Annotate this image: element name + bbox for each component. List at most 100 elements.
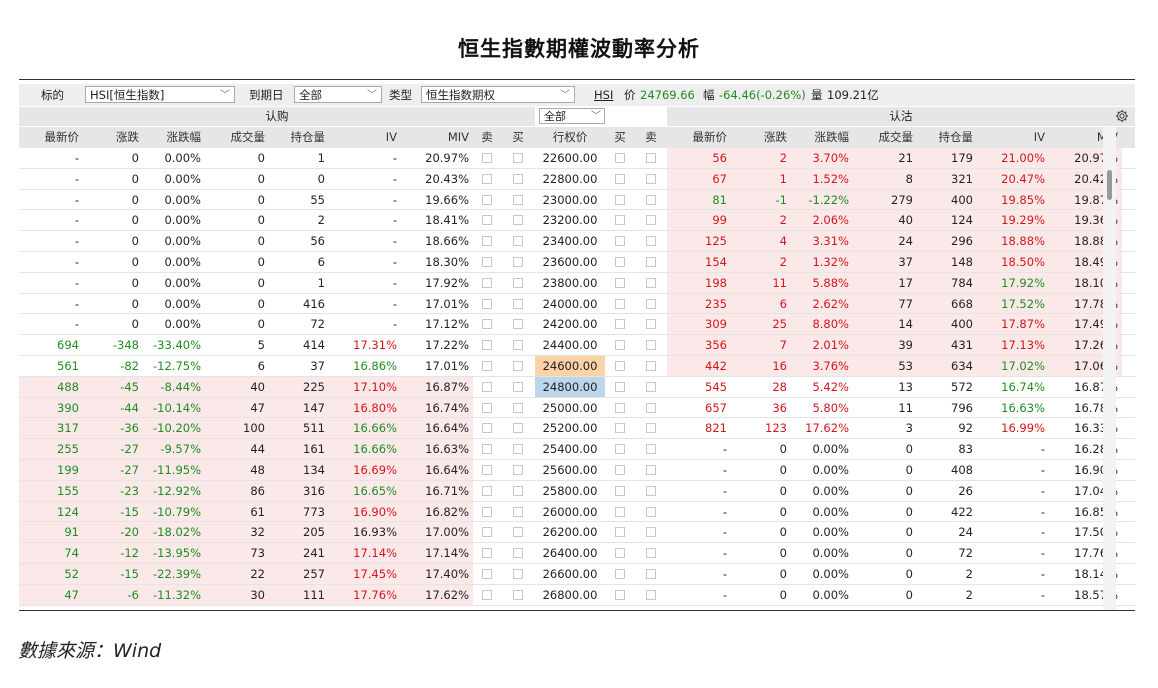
put-buy-checkbox[interactable] — [615, 402, 625, 413]
put-sell-checkbox[interactable] — [646, 589, 656, 600]
call-buy-checkbox[interactable] — [513, 568, 523, 579]
put-sell-checkbox[interactable] — [646, 381, 656, 392]
put-sell-checkbox[interactable] — [646, 464, 656, 475]
put-buy-checkbox[interactable] — [615, 153, 625, 163]
put-sell-checkbox[interactable] — [646, 340, 656, 351]
put-buy-checkbox[interactable] — [615, 360, 625, 371]
type-select[interactable]: 恒生指数期权 ﹀ — [421, 86, 575, 103]
put-sell-checkbox[interactable] — [646, 360, 656, 371]
vertical-scrollbar[interactable] — [1103, 127, 1116, 610]
strike-filter-select[interactable]: 全部 ﹀ — [539, 108, 605, 124]
call-buy-checkbox[interactable] — [513, 485, 523, 496]
put-sell-checkbox[interactable] — [646, 236, 656, 247]
call-sell-checkbox[interactable] — [482, 153, 492, 163]
put-buy-checkbox[interactable] — [615, 506, 625, 517]
call-sell-checkbox[interactable] — [482, 319, 492, 330]
table-row[interactable]: 155 -23 -12.92% 86 316 16.65% 16.71% 25800.00 - 0… — [19, 480, 1135, 502]
put-buy-checkbox[interactable] — [615, 277, 625, 288]
call-buy-checkbox[interactable] — [513, 340, 523, 351]
call-sell-checkbox[interactable] — [482, 423, 492, 434]
put-buy-checkbox[interactable] — [615, 319, 625, 330]
table-row[interactable]: - 0 0.00% 0 416 - 17.01% 24000.00 235 6 2.62% 77 668… — [19, 293, 1135, 315]
table-row[interactable]: 390 -44 -10.14% 47 147 16.80% 16.74% 25000.00 65… — [19, 397, 1135, 419]
call-buy-checkbox[interactable] — [513, 506, 523, 517]
call-sell-checkbox[interactable] — [482, 402, 492, 413]
call-buy-checkbox[interactable] — [513, 423, 523, 434]
table-row[interactable]: - 0 0.00% 0 72 - 17.12% 24200.00 309 25 8.80% 14 400… — [19, 314, 1135, 336]
table-row[interactable]: 52 -15 -22.39% 22 257 17.45% 17.40% 26600.00 - 0 0… — [19, 563, 1135, 585]
put-sell-checkbox[interactable] — [646, 548, 656, 559]
call-buy-checkbox[interactable] — [513, 298, 523, 309]
quote-code-link[interactable]: HSI — [594, 84, 613, 106]
table-row[interactable]: 91 -20 -18.02% 32 205 16.93% 17.00% 26200.00 - 0 0… — [19, 522, 1135, 544]
put-buy-checkbox[interactable] — [615, 236, 625, 247]
call-sell-checkbox[interactable] — [482, 340, 492, 351]
call-buy-checkbox[interactable] — [513, 444, 523, 455]
call-buy-checkbox[interactable] — [513, 173, 523, 184]
table-row[interactable]: - 0 0.00% 0 1 - 17.92% 23800.00 198 11 5.88% 17 784 1… — [19, 272, 1135, 294]
put-buy-checkbox[interactable] — [615, 381, 625, 392]
table-row[interactable]: - 0 0.00% 0 56 - 18.66% 23400.00 125 4 3.31% 24 296 1… — [19, 231, 1135, 252]
call-sell-checkbox[interactable] — [482, 236, 492, 247]
call-buy-checkbox[interactable] — [513, 589, 523, 600]
call-sell-checkbox[interactable] — [482, 194, 492, 205]
put-sell-checkbox[interactable] — [646, 153, 656, 163]
put-buy-checkbox[interactable] — [615, 423, 625, 434]
call-buy-checkbox[interactable] — [513, 402, 523, 413]
call-buy-checkbox[interactable] — [513, 548, 523, 559]
call-buy-checkbox[interactable] — [513, 256, 523, 267]
table-row[interactable]: 488 -45 -8.44% 40 225 17.10% 16.87% 24800.00 545… — [19, 376, 1135, 398]
expiry-select[interactable]: 全部 ﹀ — [294, 86, 382, 103]
put-buy-checkbox[interactable] — [615, 568, 625, 579]
put-sell-checkbox[interactable] — [646, 173, 656, 184]
call-buy-checkbox[interactable] — [513, 194, 523, 205]
put-sell-checkbox[interactable] — [646, 506, 656, 517]
gear-icon[interactable] — [1115, 109, 1129, 123]
call-buy-checkbox[interactable] — [513, 277, 523, 288]
put-sell-checkbox[interactable] — [646, 298, 656, 309]
call-buy-checkbox[interactable] — [513, 236, 523, 247]
underlying-select[interactable]: HSI[恒生指数] ﹀ — [85, 86, 235, 103]
call-buy-checkbox[interactable] — [513, 381, 523, 392]
put-buy-checkbox[interactable] — [615, 340, 625, 351]
table-row[interactable]: 124 -15 -10.79% 61 773 16.90% 16.82% 26000.00 - 0… — [19, 501, 1135, 523]
call-sell-checkbox[interactable] — [482, 527, 492, 538]
call-sell-checkbox[interactable] — [482, 506, 492, 517]
call-buy-checkbox[interactable] — [513, 360, 523, 371]
call-sell-checkbox[interactable] — [482, 485, 492, 496]
put-buy-checkbox[interactable] — [615, 548, 625, 559]
call-sell-checkbox[interactable] — [482, 548, 492, 559]
call-sell-checkbox[interactable] — [482, 173, 492, 184]
put-sell-checkbox[interactable] — [646, 527, 656, 538]
call-sell-checkbox[interactable] — [482, 360, 492, 371]
call-sell-checkbox[interactable] — [482, 464, 492, 475]
call-sell-checkbox[interactable] — [482, 589, 492, 600]
call-sell-checkbox[interactable] — [482, 215, 492, 226]
call-sell-checkbox[interactable] — [482, 444, 492, 455]
put-sell-checkbox[interactable] — [646, 568, 656, 579]
table-row[interactable]: 317 -36 -10.20% 100 511 16.66% 16.64% 25200.00 8… — [19, 418, 1135, 440]
put-sell-checkbox[interactable] — [646, 215, 656, 226]
put-sell-checkbox[interactable] — [646, 485, 656, 496]
put-sell-checkbox[interactable] — [646, 194, 656, 205]
call-buy-checkbox[interactable] — [513, 319, 523, 330]
table-row[interactable]: 561 -82 -12.75% 6 37 16.86% 17.01% 24600.00 442 1… — [19, 355, 1135, 377]
put-buy-checkbox[interactable] — [615, 173, 625, 184]
put-buy-checkbox[interactable] — [615, 527, 625, 538]
call-buy-checkbox[interactable] — [513, 527, 523, 538]
call-sell-checkbox[interactable] — [482, 298, 492, 309]
call-buy-checkbox[interactable] — [513, 215, 523, 226]
call-sell-checkbox[interactable] — [482, 277, 492, 288]
table-row[interactable]: - 0 0.00% 0 2 - 18.41% 23200.00 99 2 2.06% 40 124 19.… — [19, 210, 1135, 232]
put-sell-checkbox[interactable] — [646, 319, 656, 330]
put-sell-checkbox[interactable] — [646, 423, 656, 434]
table-row[interactable]: 74 -12 -13.95% 73 241 17.14% 17.14% 26400.00 - 0 0… — [19, 543, 1135, 564]
put-sell-checkbox[interactable] — [646, 402, 656, 413]
put-buy-checkbox[interactable] — [615, 485, 625, 496]
call-buy-checkbox[interactable] — [513, 464, 523, 475]
call-sell-checkbox[interactable] — [482, 381, 492, 392]
call-buy-checkbox[interactable] — [513, 153, 523, 163]
put-buy-checkbox[interactable] — [615, 298, 625, 309]
put-buy-checkbox[interactable] — [615, 194, 625, 205]
put-sell-checkbox[interactable] — [646, 256, 656, 267]
